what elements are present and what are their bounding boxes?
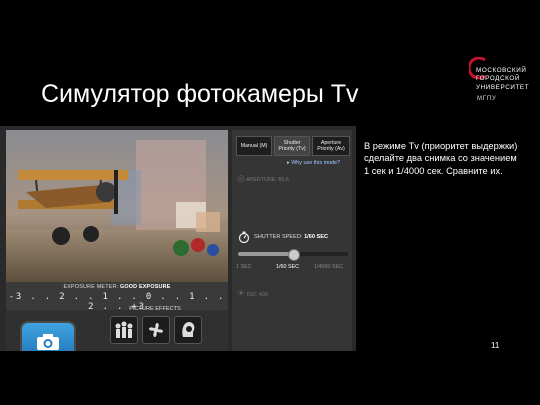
settings-panel: Manual (M) Shutter Priority (Tv) Apertur… <box>232 130 352 351</box>
slide-title: Симулятор фотокамеры Tv <box>41 80 359 108</box>
tab-shutter-priority[interactable]: Shutter Priority (Tv) <box>274 136 310 156</box>
camera-icon <box>37 334 59 350</box>
tick-label-max: 1/4000 SEC <box>314 264 344 270</box>
shutter-button[interactable] <box>20 321 76 351</box>
tick-label-min: 1 SEC <box>236 264 252 270</box>
effect-people-button[interactable] <box>110 316 138 344</box>
tab-manual[interactable]: Manual (M) <box>236 136 272 156</box>
people-effect-icon <box>115 321 133 338</box>
stopwatch-icon <box>238 231 250 243</box>
portrait-effect-icon <box>182 322 195 337</box>
meter-value: GOOD EXPOSURE <box>120 284 171 290</box>
instruction-text: В режиме Tv (приоритет выдержки) сделайт… <box>364 141 518 176</box>
aperture-label: APERTURE: f/5.6 <box>246 177 289 183</box>
tick-label-current: 1/60 SEC <box>276 264 300 270</box>
logo-sub: МГПУ <box>477 96 497 102</box>
iso-row: ☀ ISO: 400 <box>237 288 268 299</box>
shutter-slider[interactable] <box>238 249 348 261</box>
camera-simulator: EXPOSURE METER: GOOD EXPOSURE -3 . . 2 .… <box>0 126 356 351</box>
university-logo: МОСКОВСКИЙ ГОРОДСКОЙ УНИВЕРСИТЕТ МГПУ <box>467 55 537 105</box>
logo-line-2: ГОРОДСКОЙ <box>476 75 521 83</box>
fan-effect-icon <box>148 322 164 338</box>
slider-knob[interactable] <box>288 249 300 261</box>
effect-fan-button[interactable] <box>142 316 170 344</box>
tab-aperture-priority[interactable]: Aperture Priority (Av) <box>312 136 350 156</box>
iso-label: ISO: 400 <box>246 292 268 298</box>
effect-portrait-button[interactable] <box>174 316 202 344</box>
logo-line-3: УНИВЕРСИТЕТ <box>476 83 530 91</box>
slider-fill <box>238 252 293 256</box>
simulated-photo <box>6 130 228 282</box>
aperture-row: ◎ APERTURE: f/5.6 <box>237 173 347 189</box>
page-number: 11 <box>491 341 500 350</box>
iso-icon: ☀ <box>237 288 246 298</box>
aperture-icon: ◎ <box>237 173 245 183</box>
why-mode-link-text: Why use this mode? <box>291 160 341 166</box>
why-mode-link[interactable]: ▸ Why use this mode? <box>287 160 340 166</box>
shutter-speed-value: 1/60 SEC <box>304 234 329 240</box>
effects-label: PICTURE EFFECTS <box>129 306 181 312</box>
meter-label: EXPOSURE METER: <box>63 284 119 290</box>
shutter-speed-label: SHUTTER SPEED: <box>254 234 303 240</box>
